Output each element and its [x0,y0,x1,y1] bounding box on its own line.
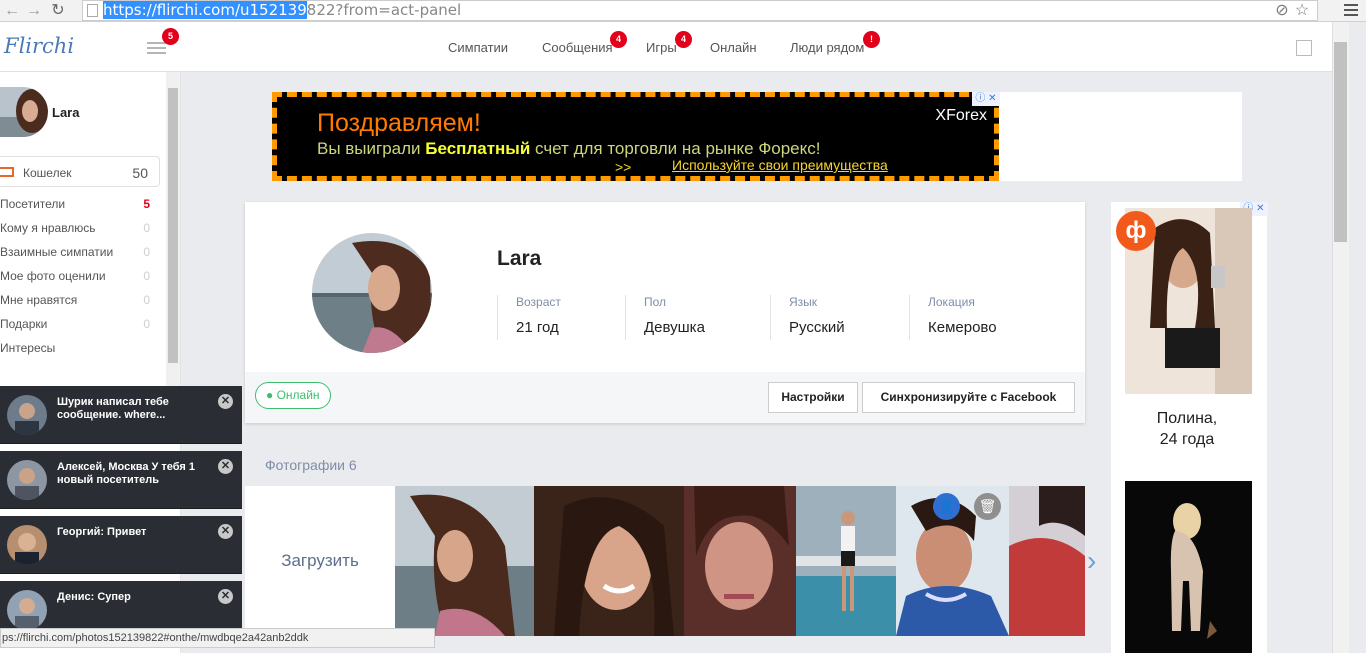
notification-text: Шурик написал тебе сообщение. where... [57,396,169,421]
ad-arrow: >> [615,159,632,175]
nav-link-games[interactable]: Игры [646,40,677,55]
sidebar-item-mutual[interactable]: Взаимные симпатии 0 [0,245,152,259]
wallet-label: Кошелек [23,166,72,180]
sidebar-avatar[interactable] [0,87,48,137]
photo-thumbnail[interactable] [395,486,534,636]
sidebar-item-photo-rated[interactable]: Мое фото оценили 0 [0,269,152,283]
ad-banner-background [999,92,1242,181]
logo[interactable]: Flirchi [4,34,74,58]
nav-link-likes[interactable]: Симпатии [448,40,508,55]
trash-icon[interactable]: 🗑 [974,493,1001,520]
wallet[interactable]: Кошелек 50 [0,156,160,187]
notification-avatar [7,590,47,630]
url-selected-text: https://flirchi.com/u152139 [103,1,307,19]
wallet-value: 50 [132,165,148,181]
expand-icon[interactable] [1296,40,1312,56]
notification-toast[interactable]: Алексей, Москва У тебя 1 новый посетител… [0,451,242,509]
sidebar-user-name[interactable]: Lara [52,105,79,120]
close-icon[interactable]: ✕ [218,589,233,604]
photo-thumbnail[interactable] [534,486,684,636]
nav-link-online[interactable]: Онлайн [710,40,757,55]
notification-avatar [7,460,47,500]
ad-name: Полина, 24 года [1156,410,1218,448]
messages-badge: 4 [610,31,627,48]
sidebar-item-interests[interactable]: Интересы [0,341,152,355]
browser-toolbar: ← → ↻ https://flirchi.com/u152139822?fro… [0,0,1366,22]
notification-toast[interactable]: Шурик написал тебе сообщение. where... ✕ [0,386,242,444]
upload-photo-button[interactable]: Загрузить [245,486,395,636]
close-icon[interactable]: ✕ [218,524,233,539]
photos-title: Фотографии 6 [265,457,357,473]
block-icon[interactable]: ⊘ [1272,1,1292,21]
chevron-right-icon[interactable]: › [1087,545,1096,577]
nav-link-messages[interactable]: Сообщения [542,40,613,55]
ad-brand: XForex [935,107,987,124]
set-avatar-icon[interactable]: 👤 [933,493,960,520]
sidebar-item-who-likes-me[interactable]: Кому я нравлюсь 0 [0,221,152,235]
nearby-badge: ! [863,31,880,48]
forex-ad-banner[interactable]: Поздравляем! Вы выиграли Бесплатный счет… [272,92,999,181]
page-scroll-thumb[interactable] [1334,42,1347,242]
browser-menu-icon[interactable] [1344,4,1358,16]
online-status-badge: ● Онлайн [255,382,331,409]
forward-arrow-icon[interactable]: → [24,1,44,21]
sidebar-item-gifts[interactable]: Подарки 0 [0,317,152,331]
profile-card: Lara Возраст 21 год Пол Девушка Язык Рус… [245,202,1085,423]
hamburger-menu-icon[interactable] [147,42,166,54]
ad-title: Поздравляем! [317,109,481,137]
ad-link[interactable]: Используйте свои преимущества [672,157,888,173]
notification-text: Алексей, Москва У тебя 1 новый посетител… [57,461,196,486]
attribute-age: Возраст 21 год [497,295,561,340]
address-bar[interactable]: https://flirchi.com/u152139822?from=act-… [82,0,1318,21]
sidebar-item-visitors[interactable]: Посетители 5 [0,197,152,211]
reload-icon[interactable]: ↻ [48,1,68,21]
ad-subtitle: Вы выиграли Бесплатный счет для торговли… [317,139,821,158]
notification-avatar [7,395,47,435]
photo-thumbnail[interactable] [1009,486,1085,636]
photo-thumbnail[interactable] [796,486,896,636]
menu-badge: 5 [162,28,179,45]
profile-name: Lara [497,247,542,270]
status-bar-url: ps://flirchi.com/photos152139822#onthe/m… [0,628,435,648]
wallet-icon [0,167,14,177]
attribute-gender: Пол Девушка [625,295,705,340]
settings-button[interactable]: Настройки [768,382,858,413]
notification-toast[interactable]: Георгий: Привет ✕ [0,516,242,574]
profile-avatar[interactable] [312,233,432,353]
page-icon [87,4,98,17]
close-icon[interactable]: ✕ [218,394,233,409]
games-badge: 4 [675,31,692,48]
back-arrow-icon[interactable]: ← [2,1,22,21]
notification-text: Георгий: Привет [57,526,147,538]
nav-link-nearby[interactable]: Люди рядом [790,40,864,55]
ad-logo: ф [1116,211,1156,251]
url-rest-text: 822?from=act-panel [306,1,462,19]
sync-facebook-button[interactable]: Синхронизируйте с Facebook [862,382,1075,413]
sidebar-scroll-thumb[interactable] [168,88,178,363]
photo-thumbnail[interactable] [684,486,796,636]
notification-text: Денис: Супер [57,591,131,603]
ad-photo[interactable] [1125,481,1252,653]
notification-avatar [7,525,47,565]
attribute-location: Локация Кемерово [909,295,997,340]
adchoices-icon[interactable]: ⓘ ✕ [972,92,1000,106]
bookmark-star-icon[interactable]: ☆ [1292,1,1312,21]
close-icon[interactable]: ✕ [218,459,233,474]
attribute-language: Язык Русский [770,295,845,340]
top-navigation: Flirchi 5 Симпатии Сообщения 4 Игры 4 Он… [0,22,1332,72]
sidebar-item-i-like[interactable]: Мне нравятся 0 [0,293,152,307]
